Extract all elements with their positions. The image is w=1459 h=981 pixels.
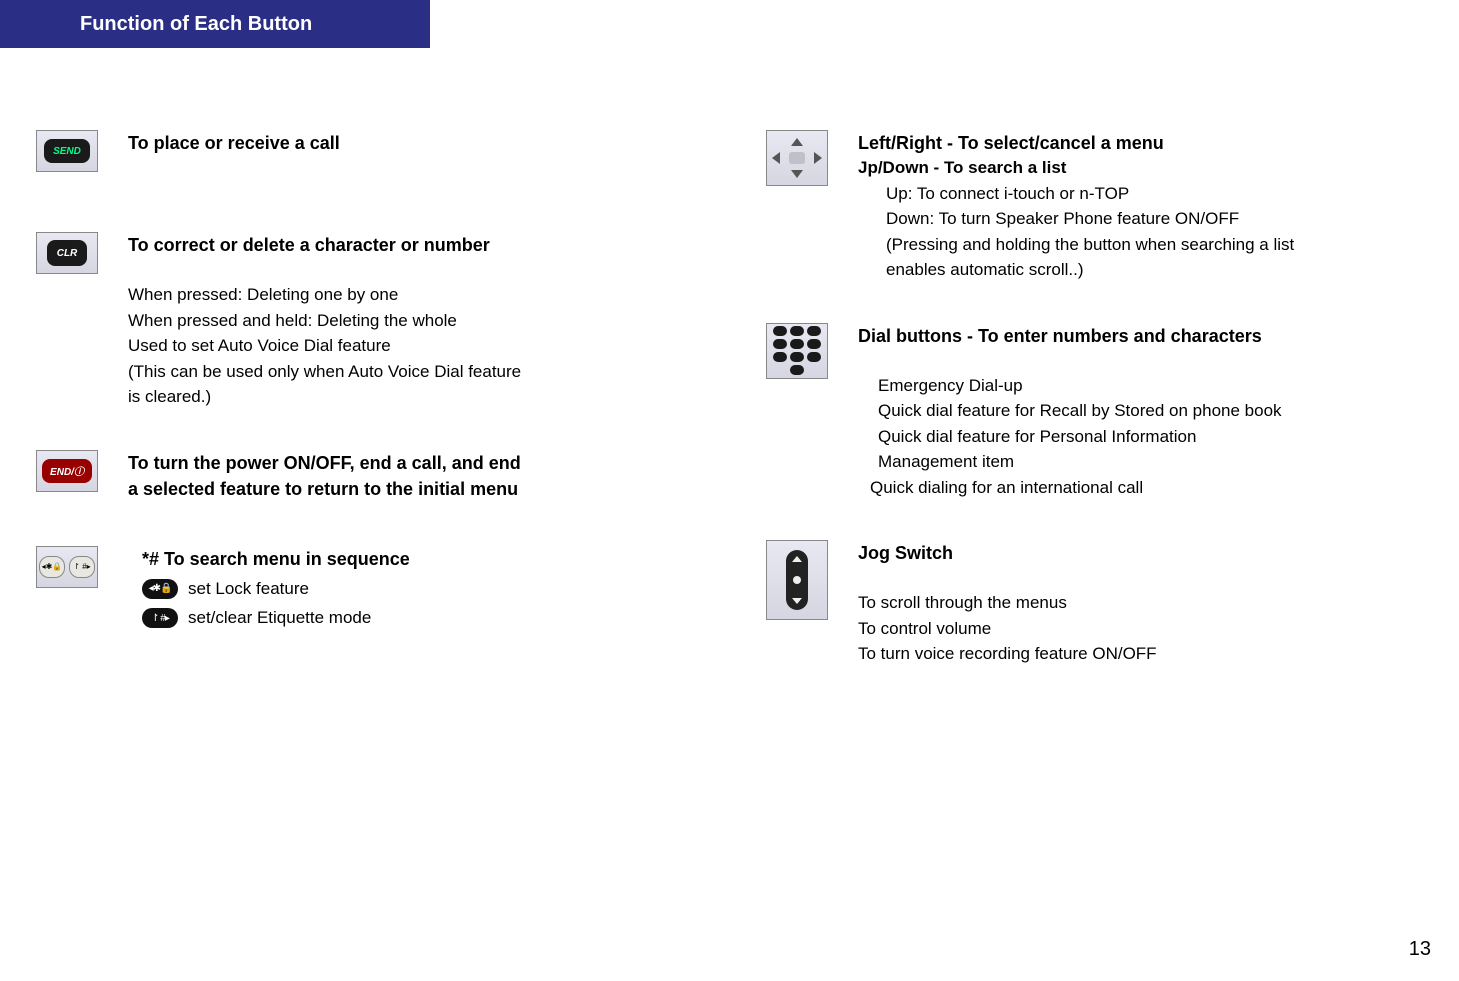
end-heading-2: a selected feature to return to the init… (128, 476, 700, 502)
section-title: Function of Each Button (80, 13, 312, 36)
dial-line-5: Quick dialing for an international call (858, 475, 1430, 501)
starhash-line-1: set Lock feature (188, 576, 309, 602)
jog-switch-icon (766, 540, 828, 620)
jog-line-1: To scroll through the menus (858, 590, 1430, 616)
page-number: 13 (1409, 938, 1431, 961)
clr-line-4: (This can be used only when Auto Voice D… (128, 359, 700, 385)
clr-line-2: When pressed and held: Deleting the whol… (128, 308, 700, 334)
nav-line-2: Down: To turn Speaker Phone feature ON/O… (858, 206, 1430, 232)
dial-line-4: Management item (858, 449, 1430, 475)
clr-line-5: is cleared.) (128, 384, 700, 410)
clr-heading: To correct or delete a character or numb… (128, 232, 700, 258)
star-hash-buttons-icon: ◂✱🔒 ↾ #▸ (36, 546, 98, 588)
send-button-icon: SEND (36, 130, 98, 172)
nav-line-3: (Pressing and holding the button when se… (858, 232, 1430, 258)
jog-heading: Jog Switch (858, 540, 1430, 566)
content-columns: SEND To place or receive a call CLR To c… (30, 130, 1430, 707)
clr-line-1: When pressed: Deleting one by one (128, 282, 700, 308)
section-title-bar: Function of Each Button (0, 0, 430, 48)
nav-line-1: Up: To connect i-touch or n-TOP (858, 181, 1430, 207)
item-jog: Jog Switch To scroll through the menus T… (760, 540, 1430, 667)
starhash-row-lock: ◂✱🔒 set Lock feature (142, 576, 700, 602)
item-nav: Left/Right - To select/cancel a menu Jp/… (760, 130, 1430, 283)
item-dial: Dial buttons - To enter numbers and char… (760, 323, 1430, 501)
item-send: SEND To place or receive a call (30, 130, 700, 172)
item-star-hash: ◂✱🔒 ↾ #▸ *# To search menu in sequence ◂… (30, 546, 700, 631)
starhash-heading: *# To search menu in sequence (142, 546, 700, 572)
dial-line-3: Quick dial feature for Personal Informat… (858, 424, 1430, 450)
jog-line-2: To control volume (858, 616, 1430, 642)
dial-heading: Dial buttons - To enter numbers and char… (858, 323, 1430, 349)
starhash-line-2: set/clear Etiquette mode (188, 605, 371, 631)
starhash-row-etiquette: ↾ #▸ set/clear Etiquette mode (142, 605, 700, 631)
clr-line-3: Used to set Auto Voice Dial feature (128, 333, 700, 359)
end-button-icon: END/ⓘ (36, 450, 98, 492)
jog-line-3: To turn voice recording feature ON/OFF (858, 641, 1430, 667)
item-clr: CLR To correct or delete a character or … (30, 232, 700, 410)
end-heading-1: To turn the power ON/OFF, end a call, an… (128, 450, 700, 476)
nav-subheading: Jp/Down - To search a list (858, 156, 1430, 181)
dial-line-2: Quick dial feature for Recall by Stored … (858, 398, 1430, 424)
dial-line-1: Emergency Dial-up (858, 373, 1430, 399)
hash-etiquette-icon: ↾ #▸ (142, 608, 178, 628)
left-column: SEND To place or receive a call CLR To c… (30, 130, 760, 707)
item-end: END/ⓘ To turn the power ON/OFF, end a ca… (30, 450, 700, 506)
star-lock-icon: ◂✱🔒 (142, 579, 178, 599)
nav-dpad-icon (766, 130, 828, 186)
right-column: Left/Right - To select/cancel a menu Jp/… (760, 130, 1430, 707)
nav-heading: Left/Right - To select/cancel a menu (858, 130, 1430, 156)
nav-line-4: enables automatic scroll..) (858, 257, 1430, 283)
dial-keypad-icon (766, 323, 828, 379)
clr-button-icon: CLR (36, 232, 98, 274)
send-heading: To place or receive a call (128, 130, 700, 156)
